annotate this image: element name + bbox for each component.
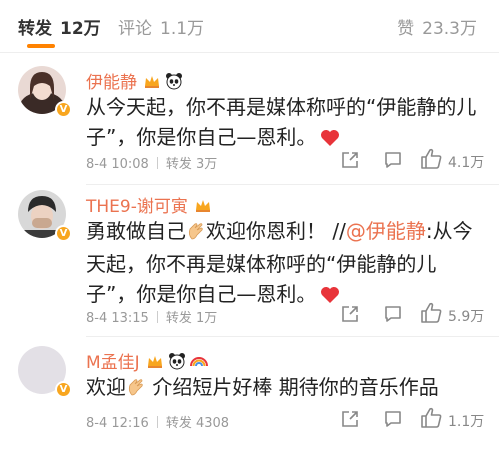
comment-icon[interactable] xyxy=(383,304,403,324)
comment-meta: 8-4 12:16 转发 4308 xyxy=(86,412,229,431)
comment-icon[interactable] xyxy=(383,150,403,170)
verified-badge-icon: V xyxy=(55,381,72,398)
mention-link[interactable]: @伊能静 xyxy=(346,219,426,243)
comment-date: 8-4 10:08 xyxy=(86,157,149,172)
vip-crown-icon xyxy=(194,196,212,214)
like-count: 4.1万 xyxy=(448,155,485,171)
comment-text: 勇敢做自己 欢迎你恩利！ //@伊能静:从今天起，你不再是媒体称呼的“伊能静的儿子… xyxy=(86,216,486,312)
verified-badge-icon: V xyxy=(55,225,72,242)
comment-text: 从今天起，你不再是媒体称呼的“伊能静的儿子”，你是你自己—恩利。 xyxy=(86,92,486,155)
avatar[interactable]: V xyxy=(18,190,72,242)
repost-count[interactable]: 转发 3万 xyxy=(166,157,217,172)
commenter-name[interactable]: THE9-谢可寅 xyxy=(86,192,188,217)
tab-comments-count: 1.1万 xyxy=(160,19,205,39)
comment-date: 8-4 13:15 xyxy=(86,311,149,326)
verified-badge-icon: V xyxy=(55,101,72,118)
commenter-name[interactable]: M孟佳J xyxy=(86,348,140,373)
share-icon[interactable] xyxy=(340,150,360,170)
avatar[interactable]: V xyxy=(18,66,72,118)
comment-header: THE9-谢可寅 xyxy=(86,192,212,217)
meta-separator xyxy=(156,157,158,169)
tab-comments-label: 评论 xyxy=(118,19,152,39)
repost-count[interactable]: 转发 1万 xyxy=(166,311,217,326)
tab-likes-count: 23.3万 xyxy=(422,19,477,39)
comment-text-part: 欢迎 xyxy=(86,375,126,399)
comment-text-body: 从今天起，你不再是媒体称呼的“伊能静的儿子”，你是你自己—恩利。 xyxy=(86,95,477,149)
meta-separator xyxy=(156,311,158,323)
panda-icon xyxy=(168,352,186,370)
tab-likes-label: 赞 xyxy=(397,19,415,39)
tab-reposts-label: 转发 xyxy=(18,19,52,39)
comment-icon[interactable] xyxy=(383,409,403,429)
panda-icon xyxy=(165,72,183,90)
tab-bar: 转发 12万 评论 1.1万 赞 23.3万 xyxy=(0,0,499,54)
heart-icon xyxy=(316,125,340,155)
comment-meta: 8-4 13:15 转发 1万 xyxy=(86,307,217,326)
like-thumb-icon[interactable] xyxy=(420,148,444,170)
comment-meta: 8-4 10:08 转发 3万 xyxy=(86,153,217,172)
comment-date: 8-4 12:16 xyxy=(86,416,149,431)
share-icon[interactable] xyxy=(340,409,360,429)
tab-reposts[interactable]: 转发 12万 xyxy=(18,14,101,39)
like-thumb-icon[interactable] xyxy=(420,302,444,324)
vip-crown-icon xyxy=(146,352,164,370)
heart-icon xyxy=(316,282,340,312)
active-tab-indicator xyxy=(27,44,55,48)
comment-text: 欢迎 介绍短片好棒 期待你的音乐作品 xyxy=(86,372,486,405)
repost-count[interactable]: 转发 4308 xyxy=(166,416,229,431)
comment-divider xyxy=(86,336,499,337)
share-icon[interactable] xyxy=(340,304,360,324)
avatar[interactable]: V xyxy=(18,346,72,398)
comment-divider xyxy=(86,184,499,185)
comment-text-part: 勇敢做自己 xyxy=(86,219,186,243)
rainbow-badge-icon xyxy=(189,353,208,369)
tab-reposts-count: 12万 xyxy=(60,19,101,39)
header-divider xyxy=(0,52,499,53)
commenter-name[interactable]: 伊能静 xyxy=(86,68,137,93)
meta-separator xyxy=(156,416,158,428)
vip-crown-icon xyxy=(143,72,161,90)
comment-text-part: 介绍短片好棒 期待你的音乐作品 xyxy=(146,375,439,399)
comment-text-part: 欢迎你恩利！ // xyxy=(206,219,346,243)
like-thumb-icon[interactable] xyxy=(420,407,444,429)
clapping-hands-icon xyxy=(126,375,146,405)
tab-likes[interactable]: 赞 23.3万 xyxy=(397,14,477,39)
clapping-hands-icon xyxy=(186,219,206,249)
comment-header: M孟佳J xyxy=(86,348,208,373)
like-count: 5.9万 xyxy=(448,309,485,325)
comment-header: 伊能静 xyxy=(86,68,183,93)
tab-comments[interactable]: 评论 1.1万 xyxy=(118,14,204,39)
like-count: 1.1万 xyxy=(448,414,485,430)
